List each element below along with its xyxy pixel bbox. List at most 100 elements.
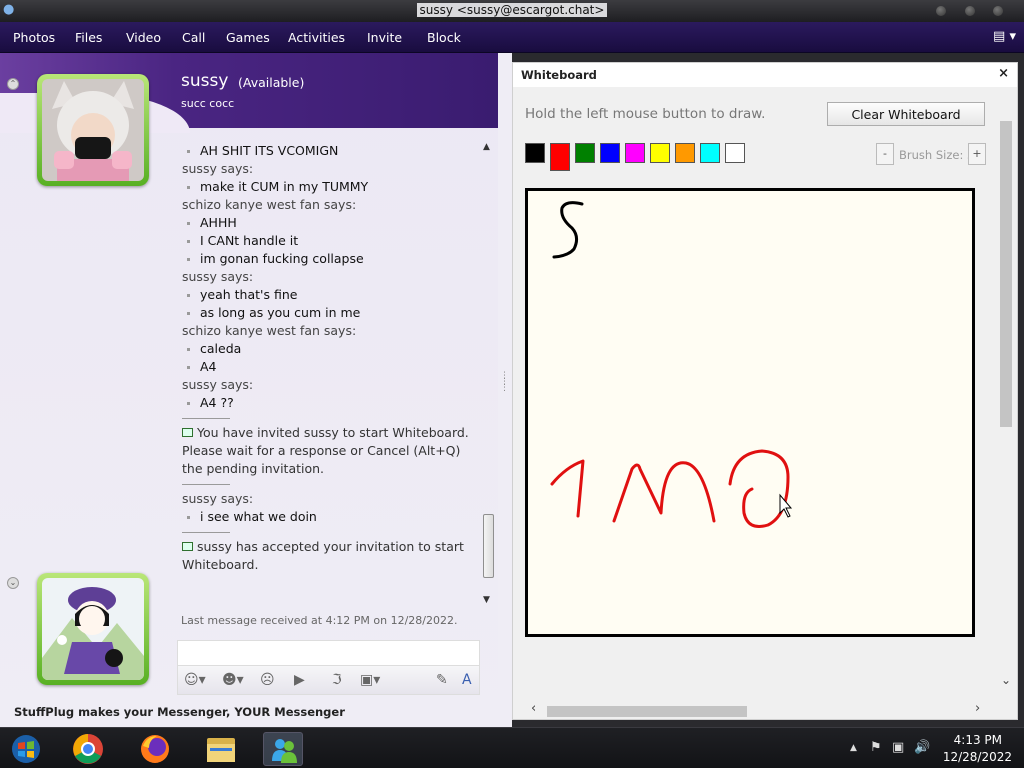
menu-files[interactable]: Files — [75, 30, 102, 45]
clear-whiteboard-button[interactable]: Clear Whiteboard — [827, 102, 985, 126]
emoticon-icon[interactable]: ☺▾ — [184, 672, 206, 688]
whiteboard-horizontal-scrollbar[interactable]: ‹ › — [525, 701, 995, 719]
last-received-status: Last message received at 4:12 PM on 12/2… — [181, 614, 458, 627]
message-separator — [182, 418, 230, 419]
stuffplug-banner[interactable]: StuffPlug makes your Messenger, YOUR Mes… — [14, 705, 345, 719]
whiteboard-vscroll-thumb[interactable] — [1000, 121, 1012, 427]
sender-label: sussy says: — [182, 377, 254, 392]
brush-size-increase-button[interactable]: + — [968, 143, 986, 165]
clock-date[interactable]: 12/28/2022 — [943, 750, 1012, 764]
menu-games[interactable]: Games — [226, 30, 270, 45]
wink-icon[interactable]: ☻▾ — [222, 672, 244, 688]
contact-name: sussy — [181, 71, 229, 91]
color-swatch[interactable] — [625, 143, 645, 163]
sender-label: sussy says: — [182, 491, 254, 506]
envelope-icon — [182, 542, 193, 551]
taskbar: ▲ ⚑ ▣ 🔊 4:13 PM 12/28/2022 — [0, 727, 1024, 768]
whiteboard-hscroll-thumb[interactable] — [547, 706, 747, 717]
handwriting-icon[interactable]: ✎ — [436, 672, 448, 688]
message-line: yeah that's fine — [182, 286, 482, 304]
brush-size-label: Brush Size: 3 — [899, 148, 975, 162]
color-swatch[interactable] — [600, 143, 620, 163]
volume-icon[interactable]: 🔊 — [914, 740, 930, 755]
file-explorer-taskbar-icon[interactable] — [201, 732, 241, 766]
menu-photos[interactable]: Photos — [13, 30, 55, 45]
whiteboard-vertical-scrollbar[interactable]: ⌄ — [997, 111, 1015, 691]
options-menu-icon[interactable]: ▤ ▾ — [993, 29, 1016, 44]
color-swatch[interactable] — [725, 143, 745, 163]
own-avatar[interactable] — [37, 573, 149, 685]
splitter-grip-icon[interactable]: ⋮ ⋮ ⋮ — [500, 372, 509, 393]
scroll-left-icon[interactable]: ‹ — [531, 701, 536, 716]
start-button[interactable] — [6, 732, 46, 766]
invite-notice: You have invited sussy to start Whiteboa… — [182, 424, 482, 478]
chat-scroll-thumb[interactable] — [483, 514, 494, 578]
message-separator — [182, 484, 230, 485]
message-line: im gonan fucking collapse — [182, 250, 482, 268]
message-line: A4 ?? — [182, 394, 482, 412]
own-avatar-image — [42, 578, 144, 680]
window-title: sussy <sussy@escargot.chat> — [0, 3, 1024, 17]
title-bar: ● sussy <sussy@escargot.chat> — [0, 0, 1024, 22]
action-center-flag-icon[interactable]: ⚑ — [870, 740, 882, 755]
whiteboard-panel: Whiteboard × Hold the left mouse button … — [512, 62, 1018, 720]
color-swatch[interactable] — [700, 143, 720, 163]
collapse-contact-icon[interactable]: ⌃ — [7, 78, 19, 90]
scroll-down-icon[interactable]: ⌄ — [1001, 673, 1011, 687]
contact-status: (Available) — [238, 75, 305, 90]
scroll-down-icon[interactable]: ▼ — [483, 595, 490, 605]
close-window-button[interactable] — [993, 6, 1003, 16]
menu-video[interactable]: Video — [126, 30, 161, 45]
color-swatch[interactable] — [525, 143, 545, 163]
text-format-icon[interactable]: A — [462, 672, 472, 688]
background-icon[interactable]: ▣▾ — [360, 672, 380, 688]
collapse-self-icon[interactable]: ⌄ — [7, 577, 19, 589]
contact-avatar[interactable] — [37, 74, 149, 186]
color-swatch[interactable] — [575, 143, 595, 163]
whiteboard-canvas[interactable] — [525, 188, 975, 637]
accept-notice: sussy has accepted your invitation to st… — [182, 538, 482, 574]
color-swatch[interactable] — [550, 143, 570, 171]
message-line: AHHH — [182, 214, 482, 232]
message-history: AH SHIT ITS VCOMIGN sussy says: make it … — [182, 142, 482, 594]
whiteboard-hint: Hold the left mouse button to draw. — [525, 106, 766, 122]
scroll-right-icon[interactable]: › — [975, 701, 980, 716]
brush-size-decrease-button[interactable]: - — [876, 143, 894, 165]
message-line: as long as you cum in me — [182, 304, 482, 322]
message-line: i see what we doin — [182, 508, 482, 526]
color-swatch[interactable] — [650, 143, 670, 163]
messenger-taskbar-icon[interactable] — [263, 732, 303, 766]
contact-personal-message: succ cocc — [181, 97, 235, 110]
message-separator — [182, 532, 230, 533]
input-toolbar: ☺▾ ☻▾ ☹ ▶ ℑ ▣▾ ✎ A — [177, 665, 480, 695]
pane-splitter[interactable]: ⋮ ⋮ ⋮ — [498, 53, 512, 727]
color-swatch[interactable] — [675, 143, 695, 163]
whiteboard-close-icon[interactable]: × — [998, 66, 1009, 81]
chat-scrollbar[interactable]: ▲ ▼ — [481, 142, 495, 608]
message-input[interactable] — [177, 640, 480, 665]
menu-invite[interactable]: Invite — [367, 30, 402, 45]
nudge-icon[interactable]: ☹ — [260, 672, 275, 688]
network-icon[interactable]: ▣ — [892, 740, 904, 755]
font-icon[interactable]: ℑ — [332, 672, 342, 688]
voice-clip-icon[interactable]: ▶ — [294, 672, 305, 688]
maximize-button[interactable] — [965, 6, 975, 16]
message-line: AH SHIT ITS VCOMIGN — [182, 142, 482, 160]
clock-time[interactable]: 4:13 PM — [954, 733, 1002, 747]
system-tray: ▲ ⚑ ▣ 🔊 4:13 PM 12/28/2022 — [834, 728, 1024, 768]
minimize-button[interactable] — [936, 6, 946, 16]
menu-call[interactable]: Call — [182, 30, 205, 45]
sender-label: schizo kanye west fan says: — [182, 197, 357, 212]
whiteboard-title: Whiteboard — [521, 68, 597, 82]
menu-bar: Photos Files Video Call Games Activities… — [0, 22, 1024, 53]
firefox-taskbar-icon[interactable] — [135, 732, 175, 766]
contact-avatar-image — [42, 79, 144, 181]
invite-notice-text: You have invited sussy to start Whiteboa… — [182, 425, 469, 476]
menu-activities[interactable]: Activities — [288, 30, 345, 45]
show-hidden-icons-icon[interactable]: ▲ — [850, 743, 857, 753]
whiteboard-drawing — [550, 201, 793, 528]
scroll-up-icon[interactable]: ▲ — [483, 142, 490, 152]
chrome-taskbar-icon[interactable] — [68, 732, 108, 766]
menu-block[interactable]: Block — [427, 30, 461, 45]
message-line: caleda — [182, 340, 482, 358]
